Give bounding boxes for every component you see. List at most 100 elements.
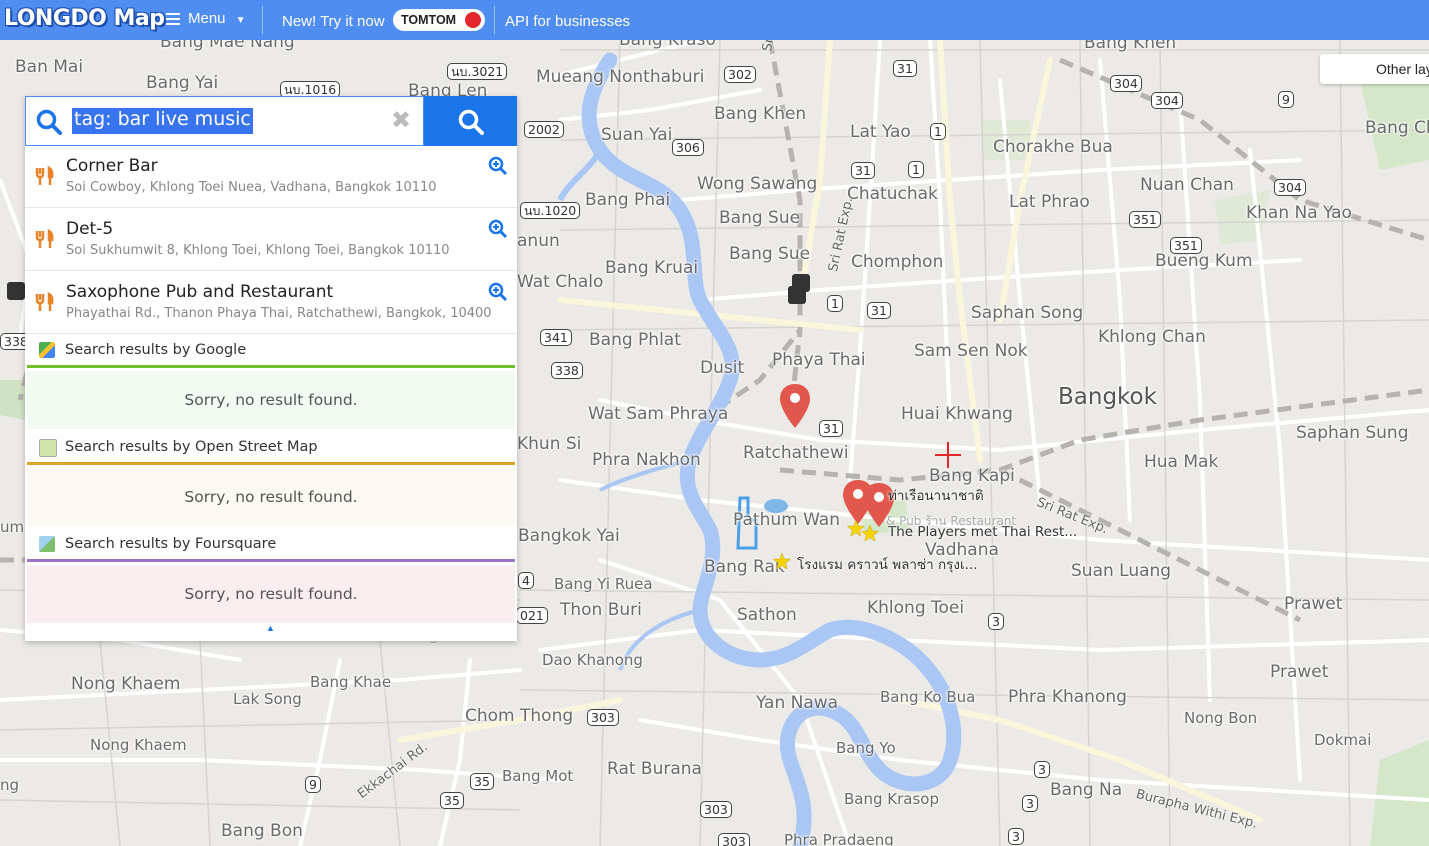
place-label: Bang Phlat [589,330,681,350]
route-shield: 304 [1274,179,1306,196]
osm-results-header[interactable]: Search results by Open Street Map [27,429,515,465]
place-label: Bang Khen [714,104,807,124]
route-shield: 9 [1278,91,1294,108]
place-label: Bang Phai [585,190,671,210]
route-shield: 35 [470,773,494,790]
place-label: Bang Khae [310,673,392,691]
longdo-map-logo[interactable]: LONGDO Map [4,4,165,34]
openstreetmap-icon [39,439,57,457]
place-label: Bang Yo [836,739,896,757]
restaurant-icon [35,292,54,311]
route-shield: 4 [518,572,534,589]
train-station-icon[interactable] [788,286,806,304]
collapse-panel-handle[interactable]: ▲ [25,623,517,641]
place-label: Bang Krasop [844,790,939,808]
route-shield: 303 [587,709,619,726]
poi-label[interactable]: & Pub ร้าน Restaurant [886,512,1016,531]
search-button[interactable] [424,96,517,146]
result-item-corner-bar[interactable]: Corner Bar Soi Cowboy, Khlong Toei Nuea,… [25,146,517,208]
result-name[interactable]: Det-5 [66,219,113,239]
restaurant-icon [35,229,54,248]
zoom-in-icon[interactable] [488,219,508,239]
route-shield: 2002 [524,121,564,138]
tomtom-logo-icon [465,12,481,28]
poi-label[interactable]: โรงแรม คราวน์ พลาซ่า กรุงเ... [797,553,978,575]
place-label: Nong Bon [1184,709,1258,727]
place-label: Bang Ko Bua [880,688,976,706]
other-layers-button[interactable]: Other lay [1320,54,1429,84]
menu-label: Menu [188,10,226,27]
place-label: Yan Nawa [756,693,839,713]
place-label: Wat Sam Phraya [588,404,729,424]
poi-label[interactable]: ท่าเรือนานาชาติ [888,484,984,506]
foursquare-icon [39,536,55,552]
route-shield: 304 [1151,92,1183,109]
place-label: Nong Khaem [71,674,181,694]
zoom-in-icon[interactable] [488,282,508,302]
train-station-icon[interactable] [7,282,25,300]
menu-button[interactable]: Menu ▼ [166,10,246,28]
divider [494,6,495,34]
route-shield: 021 [516,607,548,624]
place-label: Huai Khwang [901,404,1013,424]
result-name[interactable]: Corner Bar [66,156,158,176]
place-label: Bang Yai [146,73,219,93]
place-label: Khlong Toei [867,598,965,618]
place-label: Suan Yai [601,125,673,145]
route-shield: 1 [908,161,924,178]
tomtom-badge[interactable]: TOMTOM [393,9,485,31]
search-panel: tag: bar live music ✖ Corner Bar Soi Cow… [25,96,517,641]
result-address: Soi Sukhumwit 8, Khlong Toei, Khlong Toe… [66,243,450,258]
place-label: Bang Kruai [605,258,699,278]
route-shield: 351 [1170,237,1202,254]
search-box: tag: bar live music ✖ [25,96,424,146]
place-label: Mueang Nonthaburi [536,67,705,87]
result-address: Soi Cowboy, Khlong Toei Nuea, Vadhana, B… [66,180,437,195]
place-label: Lak Song [233,690,302,708]
result-pin[interactable] [780,384,810,428]
place-label: Nong Khaem [90,736,187,754]
place-label: Nuan Chan [1140,175,1234,195]
route-shield: นบ.3021 [447,63,508,80]
zoom-in-icon[interactable] [488,156,508,176]
promo-text[interactable]: New! Try it now [282,13,385,30]
result-name[interactable]: Saxophone Pub and Restaurant [66,282,333,302]
place-label: Prawet [1284,594,1343,614]
route-shield: 303 [700,801,732,818]
route-shield: 3 [1008,828,1024,845]
result-item-det-5[interactable]: Det-5 Soi Sukhumwit 8, Khlong Toei, Khlo… [25,209,517,271]
foursquare-results-header[interactable]: Search results by Foursquare [27,526,515,562]
place-label: Bueng Kum [1155,251,1253,271]
clear-search-icon[interactable]: ✖ [391,109,411,133]
caret-down-icon: ▼ [235,15,246,26]
place-label: Bang Kapi [929,466,1015,486]
google-maps-icon [39,342,55,358]
place-label: Prawet [1270,662,1329,682]
google-results-label: Search results by Google [65,342,247,358]
place-label: Bang Bon [221,821,303,841]
place-label: Saphan Sung [1296,423,1409,443]
star-icon[interactable]: ★ [772,549,792,575]
hamburger-icon [166,10,180,28]
star-icon[interactable]: ★ [860,521,880,547]
result-item-saxophone-pub[interactable]: Saxophone Pub and Restaurant Phayathai R… [25,272,517,334]
place-label: Suan Luang [1071,561,1172,581]
place-label: Khlong Chan [1098,327,1206,347]
place-label: Rat Burana [607,759,702,779]
place-label: Sathon [737,605,797,625]
route-shield: 304 [1110,75,1142,92]
place-label: um [0,518,25,536]
place-label: ng [0,776,20,794]
place-label: Bang Sue [719,208,801,228]
place-label: Bang Mot [502,767,574,785]
route-shield: 31 [893,60,917,77]
search-input[interactable]: tag: bar live music [72,108,253,134]
route-shield: 3 [1022,795,1038,812]
place-label: Khan Na Yao [1246,203,1352,223]
google-results-header[interactable]: Search results by Google [27,332,515,368]
place-label: Bang Na [1050,780,1123,800]
api-for-businesses-link[interactable]: API for businesses [505,13,630,30]
route-shield: 302 [724,66,756,83]
place-label: Khun Si [517,434,582,454]
place-label: Dusit [700,358,745,378]
